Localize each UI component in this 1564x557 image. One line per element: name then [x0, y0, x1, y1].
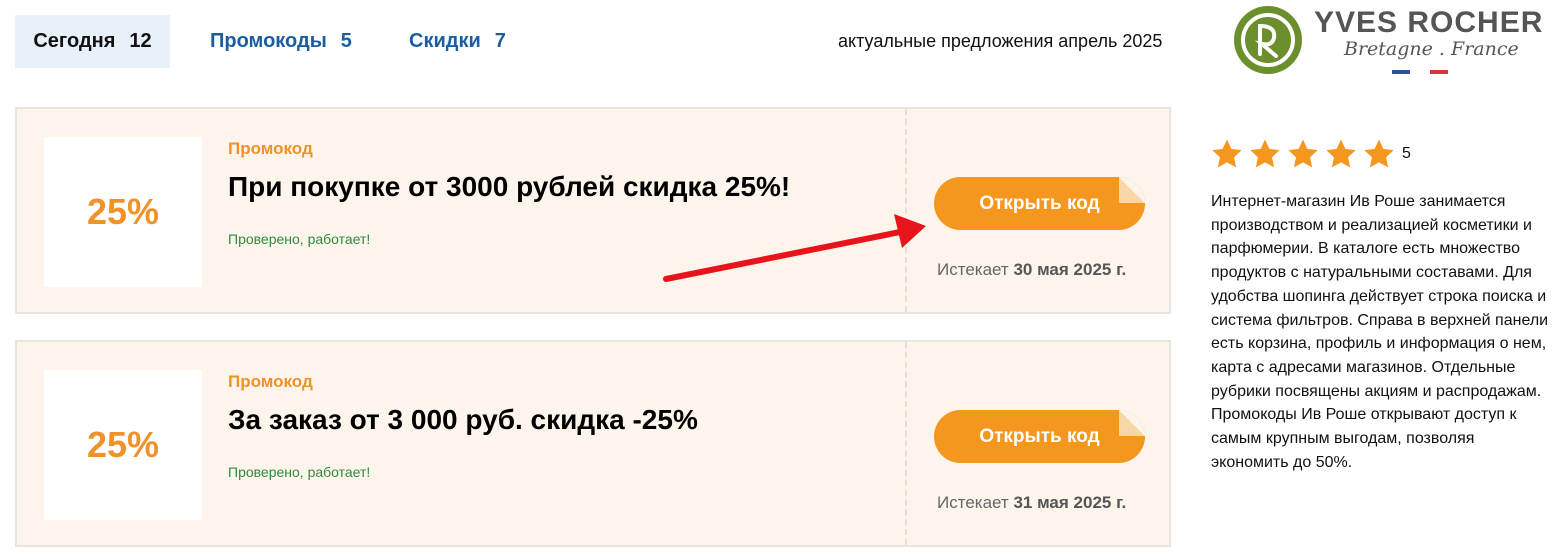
tab-discounts-count: 7 [494, 30, 506, 52]
tab-today-label: Сегодня [33, 30, 116, 52]
tab-promocodes-count: 5 [340, 30, 352, 52]
offer-card: 25% Промокод При покупке от 3000 рублей … [15, 107, 1171, 314]
offer-card: 25% Промокод За заказ от 3 000 руб. скид… [15, 340, 1171, 547]
open-code-button[interactable]: Открыть код [934, 177, 1145, 230]
expiry-info: Истекает 31 мая 2025 г. [937, 493, 1126, 513]
expiry-date: 31 мая 2025 г. [1013, 493, 1127, 512]
tab-discounts-label: Скидки [409, 30, 481, 52]
star-icon [1326, 139, 1356, 168]
peel-corner-icon [1119, 410, 1145, 436]
offer-type: Промокод [228, 139, 313, 158]
open-code-label: Открыть код [979, 425, 1100, 447]
rating-stars: 5 [1210, 137, 1411, 171]
star-icon [1364, 139, 1394, 168]
star-icon [1288, 139, 1318, 168]
verified-note: Проверено, работает! [228, 464, 371, 480]
verified-note: Проверено, работает! [228, 231, 371, 247]
brand-logo: YVES ROCHER Bretagne . France [1234, 6, 1542, 78]
expiry-label: Истекает [937, 493, 1009, 512]
discount-badge: 25% [44, 370, 202, 520]
dashed-divider [905, 342, 907, 545]
brand-name: YVES ROCHER [1314, 6, 1544, 39]
store-description: Интернет-магазин Ив Роше занимается прои… [1211, 193, 1549, 471]
tab-promocodes-label: Промокоды [210, 30, 327, 52]
offer-title: За заказ от 3 000 руб. скидка -25% [228, 404, 698, 435]
discount-badge: 25% [44, 137, 202, 287]
tab-today[interactable]: Сегодня 12 [15, 15, 170, 68]
offer-title: При покупке от 3000 рублей скидка 25%! [228, 171, 791, 202]
brand-subline: Bretagne . France [1344, 38, 1519, 60]
peel-corner-icon [1119, 177, 1145, 203]
expiry-info: Истекает 30 мая 2025 г. [937, 260, 1126, 280]
expiry-date: 30 мая 2025 г. [1013, 260, 1127, 279]
flag-blue-stripe [1392, 70, 1410, 74]
leaf-logo-icon [1234, 6, 1302, 74]
open-code-label: Открыть код [979, 192, 1100, 214]
star-icon [1212, 139, 1242, 168]
open-code-button[interactable]: Открыть код [934, 410, 1145, 463]
flag-red-stripe [1430, 70, 1448, 74]
expiry-label: Истекает [937, 260, 1009, 279]
offers-period-subtitle: актуальные предложения апрель 2025 [838, 31, 1163, 51]
tab-promocodes[interactable]: Промокоды 5 [210, 15, 352, 68]
offer-type: Промокод [228, 372, 313, 391]
tab-today-count: 12 [129, 30, 152, 52]
red-arrow-annotation [663, 214, 926, 282]
rating-value: 5 [1402, 145, 1411, 162]
tab-discounts[interactable]: Скидки 7 [409, 15, 506, 68]
star-icon [1250, 139, 1280, 168]
